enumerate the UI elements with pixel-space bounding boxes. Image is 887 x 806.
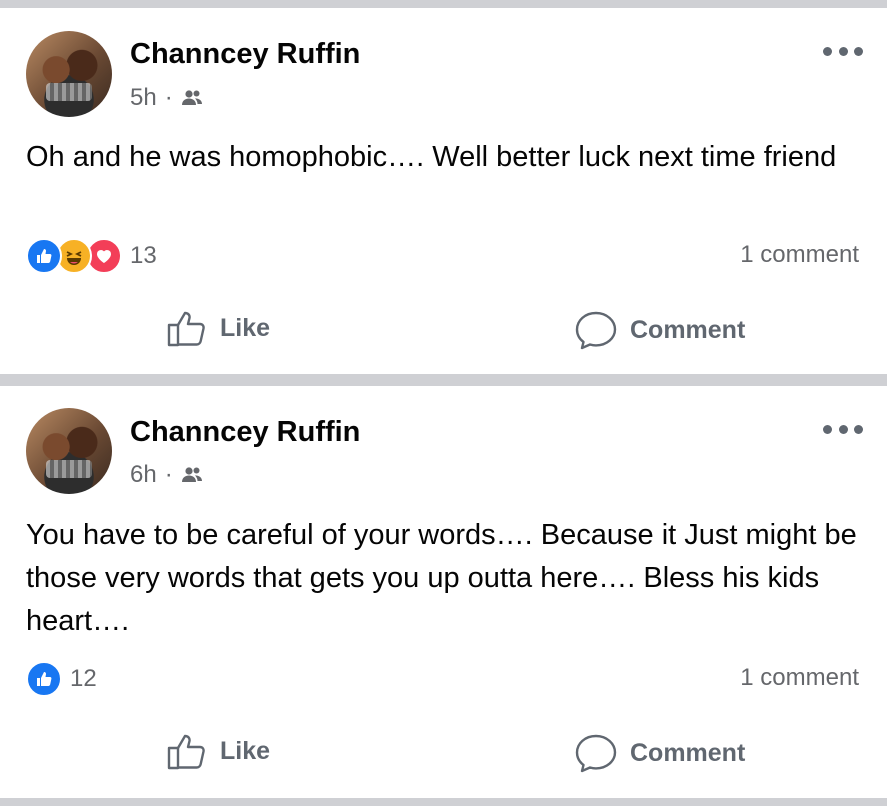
reactions-summary[interactable]: 13 bbox=[26, 238, 157, 274]
comments-count-link[interactable]: 1 comment bbox=[740, 241, 859, 269]
comment-label: Comment bbox=[630, 315, 746, 344]
friends-icon bbox=[181, 90, 202, 105]
reactions-summary[interactable]: 12 bbox=[26, 661, 97, 697]
post-text: You have to be careful of your words…. B… bbox=[26, 519, 857, 637]
like-reaction-icon bbox=[26, 661, 62, 697]
thumbs-up-icon bbox=[167, 311, 205, 347]
comment-button[interactable]: Comment bbox=[574, 310, 745, 350]
avatar[interactable] bbox=[26, 31, 112, 117]
like-button[interactable]: Like bbox=[166, 309, 270, 347]
post-card: Channcey Ruffin 6h · You have to be care… bbox=[0, 386, 887, 798]
post-meta: 6h · bbox=[130, 461, 203, 489]
reaction-count: 13 bbox=[130, 242, 157, 269]
more-options-icon[interactable] bbox=[823, 44, 863, 58]
post-text: Oh and he was homophobic…. Well better l… bbox=[26, 141, 837, 173]
comment-button[interactable]: Comment bbox=[574, 733, 745, 773]
author-name[interactable]: Channcey Ruffin bbox=[130, 416, 360, 449]
post-card: Channcey Ruffin 5h · Oh and he was homop… bbox=[0, 8, 887, 374]
like-button[interactable]: Like bbox=[166, 732, 270, 770]
post-meta: 5h · bbox=[130, 84, 203, 112]
author-name[interactable]: Channcey Ruffin bbox=[130, 38, 360, 71]
thumbs-up-icon bbox=[167, 734, 205, 770]
post-time[interactable]: 5h bbox=[130, 84, 157, 112]
avatar[interactable] bbox=[26, 408, 112, 494]
like-reaction-icon bbox=[26, 238, 62, 274]
reaction-count: 12 bbox=[70, 665, 97, 692]
comment-label: Comment bbox=[630, 738, 746, 767]
like-label: Like bbox=[220, 736, 271, 765]
comment-bubble-icon bbox=[575, 311, 617, 350]
post-time[interactable]: 6h bbox=[130, 461, 157, 489]
friends-icon bbox=[181, 467, 202, 482]
separator-dot: · bbox=[164, 84, 173, 111]
like-label: Like bbox=[220, 313, 271, 342]
separator-dot: · bbox=[164, 461, 173, 488]
comments-count-link[interactable]: 1 comment bbox=[740, 664, 859, 692]
comment-bubble-icon bbox=[575, 734, 617, 773]
more-options-icon[interactable] bbox=[823, 422, 863, 436]
